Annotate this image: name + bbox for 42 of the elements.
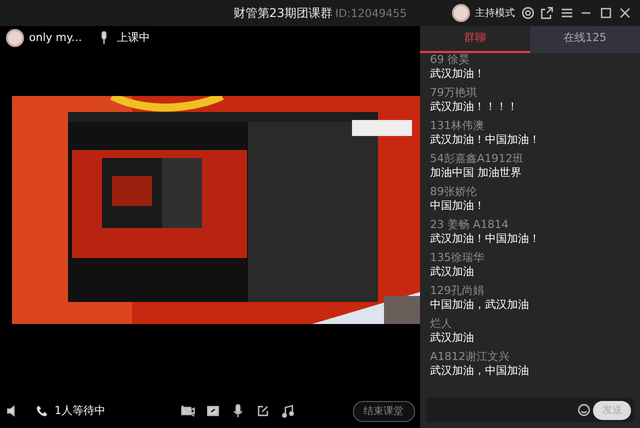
edit-icon[interactable] xyxy=(256,404,270,418)
sender-name: A1812谢江文兴 xyxy=(430,350,511,364)
music-icon[interactable] xyxy=(281,404,295,418)
class-status: 上课中 xyxy=(116,30,150,46)
user-name: only my... xyxy=(29,30,82,46)
emoji-icon[interactable] xyxy=(576,403,590,417)
chat-message: 中国加油，武汉加油 xyxy=(430,298,530,312)
sender-name: 烂人 xyxy=(430,316,453,330)
waiting-count: 1人等待中 xyxy=(54,402,106,419)
window-title: 财管第23期团课群 xyxy=(233,4,333,22)
room-id: ID:12049455 xyxy=(335,6,407,22)
sender-name: 135徐瑞华 xyxy=(430,250,485,264)
microphone-icon[interactable] xyxy=(231,404,245,418)
chat-message: 武汉加油 xyxy=(430,264,475,278)
host-mode-label[interactable]: 主持模式 xyxy=(475,6,515,20)
chat-message: 武汉加油，中国加油 xyxy=(430,364,530,378)
sender-name: 23 姜畅 A1814 xyxy=(430,218,510,232)
camera-off-icon[interactable] xyxy=(181,404,195,418)
sender-name: 79万艳琪 xyxy=(430,86,478,100)
chat-message: 中国加油！ xyxy=(430,198,486,212)
chat-message: 武汉加油 xyxy=(430,330,475,344)
maximize-icon[interactable] xyxy=(598,6,612,20)
sender-name: 131林伟澳 xyxy=(430,118,485,132)
screen-share-icon[interactable] xyxy=(206,404,220,418)
close-icon[interactable] xyxy=(618,6,632,20)
sender-name: 89张娇伦 xyxy=(430,184,478,198)
menu-icon[interactable] xyxy=(560,6,574,20)
sender-name: 54彭嘉鑫A1912班 xyxy=(430,152,525,166)
popout-icon[interactable] xyxy=(540,6,554,20)
chat-message: 加油中国 加油世界 xyxy=(430,166,522,180)
chat-message: 武汉加油！！！！ xyxy=(430,100,519,114)
avatar-icon xyxy=(6,29,24,47)
sender-name: 69 徐昊 xyxy=(430,52,470,66)
chat-message: 武汉加油！中国加油！ xyxy=(430,132,541,146)
chat-tab[interactable]: 在线125 xyxy=(530,26,640,52)
avatar-icon xyxy=(452,4,470,22)
settings-icon[interactable] xyxy=(520,6,534,20)
sender-name: 129孔尚娟 xyxy=(430,284,485,298)
chat-message: 武汉加油！中国加油！ xyxy=(430,232,541,246)
end-class-button[interactable]: 结束课堂 xyxy=(352,400,414,422)
chat-message: 武汉加油！ xyxy=(430,66,486,80)
phone-icon xyxy=(35,404,49,418)
